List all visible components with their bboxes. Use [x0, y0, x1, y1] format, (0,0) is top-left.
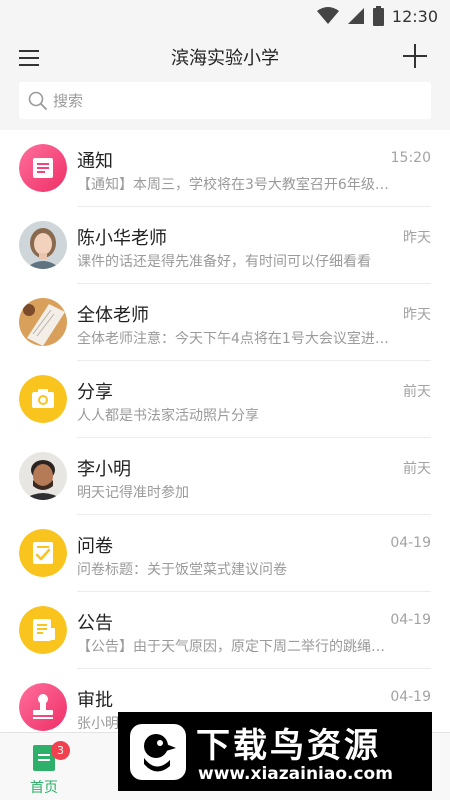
app-header: 滨海实验小学 — [0, 32, 450, 130]
conversation-list: 通知 15:20 【通知】本周三，学校将在3号大教室召开6年级… 陈小华老师 昨… — [0, 130, 450, 732]
conversation-item-survey[interactable]: 问卷 04-19 问卷标题：关于饭堂菜式建议问卷 — [0, 515, 450, 592]
bird-logo-icon — [130, 724, 186, 780]
conversation-item-teacher-chen[interactable]: 陈小华老师 昨天 课件的话还是得先准备好，有时间可以仔细看看 — [0, 207, 450, 284]
conversation-name: 审批 — [77, 690, 113, 711]
watermark-banner: 下载鸟资源 www.xiazainiao.com — [118, 712, 432, 791]
document-icon — [19, 144, 67, 192]
person-photo-avatar — [19, 221, 67, 269]
conversation-time: 昨天 — [403, 307, 431, 323]
conversation-time: 昨天 — [403, 230, 431, 246]
search-input[interactable] — [53, 82, 413, 119]
status-bar: 12:30 — [0, 0, 450, 32]
signal-icon — [347, 8, 364, 24]
battery-icon — [372, 6, 384, 26]
wifi-icon — [316, 7, 339, 24]
group-photo-avatar — [19, 298, 67, 346]
conversation-time: 前天 — [403, 461, 431, 477]
add-icon[interactable] — [402, 43, 428, 69]
conversation-preview: 【通知】本周三，学校将在3号大教室召开6年级… — [77, 177, 389, 193]
search-box[interactable] — [19, 82, 431, 119]
conversation-item-announcement[interactable]: 公告 04-19 【公告】由于天气原因，原定下周二举行的跳绳… — [0, 592, 450, 669]
conversation-name: 公告 — [77, 613, 113, 634]
stamp-icon — [19, 683, 67, 731]
tab-home[interactable]: 3 首页 — [18, 741, 70, 797]
conversation-name: 李小明 — [77, 459, 131, 480]
camera-icon — [19, 375, 67, 423]
status-time: 12:30 — [391, 6, 438, 26]
watermark-title: 下载鸟资源 — [196, 726, 381, 766]
conversation-time: 04-19 — [390, 689, 431, 705]
checklist-icon — [19, 529, 67, 577]
conversation-preview: 【公告】由于天气原因，原定下周二举行的跳绳… — [77, 639, 385, 655]
conversation-preview: 人人都是书法家活动照片分享 — [77, 408, 259, 424]
conversation-name: 陈小华老师 — [77, 228, 167, 249]
conversation-preview: 明天记得准时参加 — [77, 485, 189, 501]
conversation-name: 问卷 — [77, 536, 113, 557]
conversation-preview: 全体老师注意：今天下午4点将在1号大会议室进… — [77, 331, 389, 347]
conversation-item-li-xiaoming[interactable]: 李小明 前天 明天记得准时参加 — [0, 438, 450, 515]
conversation-name: 全体老师 — [77, 305, 149, 326]
page-title: 滨海实验小学 — [171, 48, 279, 69]
conversation-name: 分享 — [77, 382, 113, 403]
person-photo-avatar — [19, 452, 67, 500]
conversation-item-notice[interactable]: 通知 15:20 【通知】本周三，学校将在3号大教室召开6年级… — [0, 130, 450, 207]
conversation-item-all-teachers[interactable]: 全体老师 昨天 全体老师注意：今天下午4点将在1号大会议室进… — [0, 284, 450, 361]
search-icon — [28, 91, 47, 110]
conversation-time: 15:20 — [390, 150, 431, 166]
tab-home-label: 首页 — [30, 780, 58, 796]
conversation-preview: 问卷标题：关于饭堂菜式建议问卷 — [77, 562, 287, 578]
conversation-time: 04-19 — [390, 612, 431, 628]
status-icons: 12:30 — [316, 5, 438, 27]
conversation-time: 前天 — [403, 384, 431, 400]
conversation-name: 通知 — [77, 151, 113, 172]
conversation-time: 04-19 — [390, 535, 431, 551]
conversation-preview: 课件的话还是得先准备好，有时间可以仔细看看 — [77, 254, 371, 270]
unread-badge: 3 — [51, 741, 70, 760]
announcement-icon — [19, 606, 67, 654]
conversation-item-share[interactable]: 分享 前天 人人都是书法家活动照片分享 — [0, 361, 450, 438]
watermark-url: www.xiazainiao.com — [198, 764, 393, 784]
